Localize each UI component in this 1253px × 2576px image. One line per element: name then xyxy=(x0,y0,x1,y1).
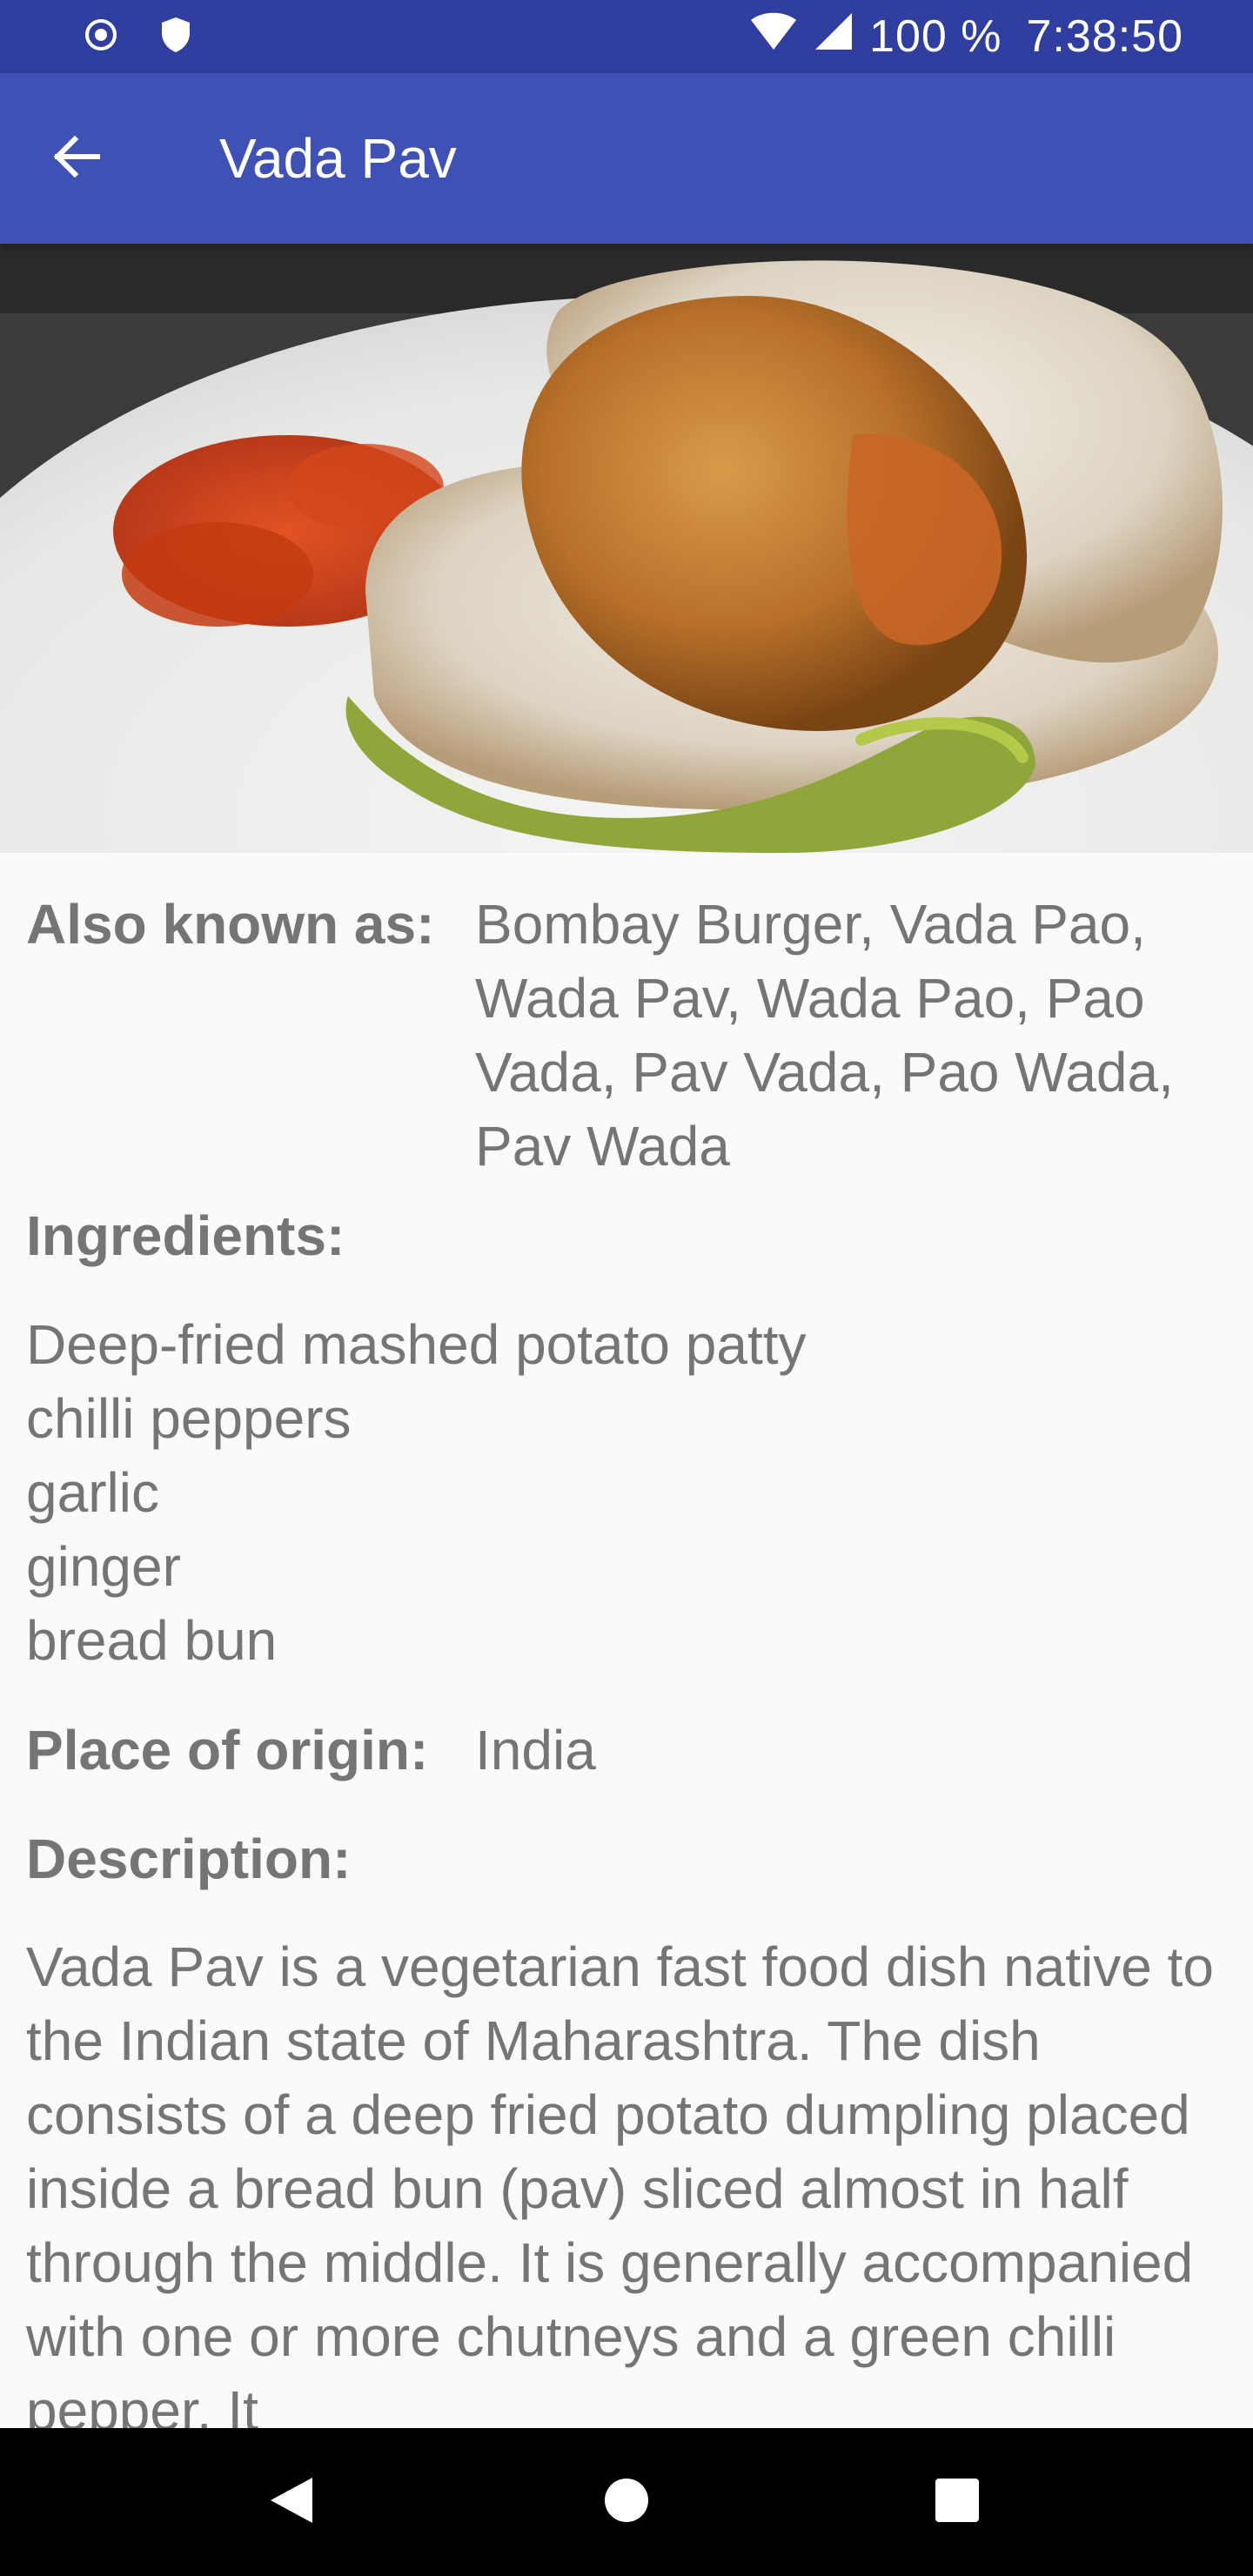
details-content: Also known as: Bombay Burger, Vada Pao, … xyxy=(0,853,1253,2428)
nav-home-button[interactable] xyxy=(592,2467,661,2537)
wifi-icon xyxy=(749,10,798,63)
place-of-origin-value: India xyxy=(475,1719,596,1781)
recents-square-icon xyxy=(934,2477,981,2528)
place-of-origin-label: Place of origin: xyxy=(26,1719,429,1781)
also-known-as-value: Bombay Burger, Vada Pao, Wada Pav, Wada … xyxy=(475,893,1174,1177)
screen: 100 % 7:38:50 Vada Pav Also known as: Bo… xyxy=(0,0,1253,2576)
ingredient-item: Deep-fried mashed potato patty xyxy=(26,1313,807,1376)
battery-text: 100 % xyxy=(869,11,1002,62)
back-triangle-icon xyxy=(267,2474,316,2531)
description-label: Description: xyxy=(26,1828,352,1890)
status-bar: 100 % 7:38:50 xyxy=(0,0,1253,73)
back-button[interactable] xyxy=(35,117,118,200)
arrow-back-icon xyxy=(49,129,104,189)
nav-back-button[interactable] xyxy=(257,2467,326,2537)
signal-icon xyxy=(814,10,854,63)
ingredient-item: chilli peppers xyxy=(26,1387,352,1450)
food-photo xyxy=(0,244,1253,853)
page-title: Vada Pav xyxy=(219,127,457,190)
ingredients-list: Deep-fried mashed potato patty chilli pe… xyxy=(26,1308,807,1678)
app-bar: Vada Pav xyxy=(0,73,1253,244)
also-known-as-label: Also known as: xyxy=(26,893,435,956)
system-nav-bar xyxy=(0,2428,1253,2576)
ingredient-item: ginger xyxy=(26,1535,181,1598)
nav-recents-button[interactable] xyxy=(922,2467,992,2537)
food-image xyxy=(0,244,1253,853)
description-text: Vada Pav is a vegetarian fast food dish … xyxy=(26,1935,1214,2428)
status-time: 7:38:50 xyxy=(1026,11,1183,62)
record-icon xyxy=(84,17,118,57)
ingredients-label: Ingredients: xyxy=(26,1204,345,1267)
status-left-icons xyxy=(84,16,193,57)
ingredient-item: bread bun xyxy=(26,1609,278,1672)
home-circle-icon xyxy=(602,2476,651,2529)
status-right: 100 % 7:38:50 xyxy=(749,9,1183,64)
ingredient-item: garlic xyxy=(26,1461,159,1524)
shield-icon xyxy=(158,16,193,58)
